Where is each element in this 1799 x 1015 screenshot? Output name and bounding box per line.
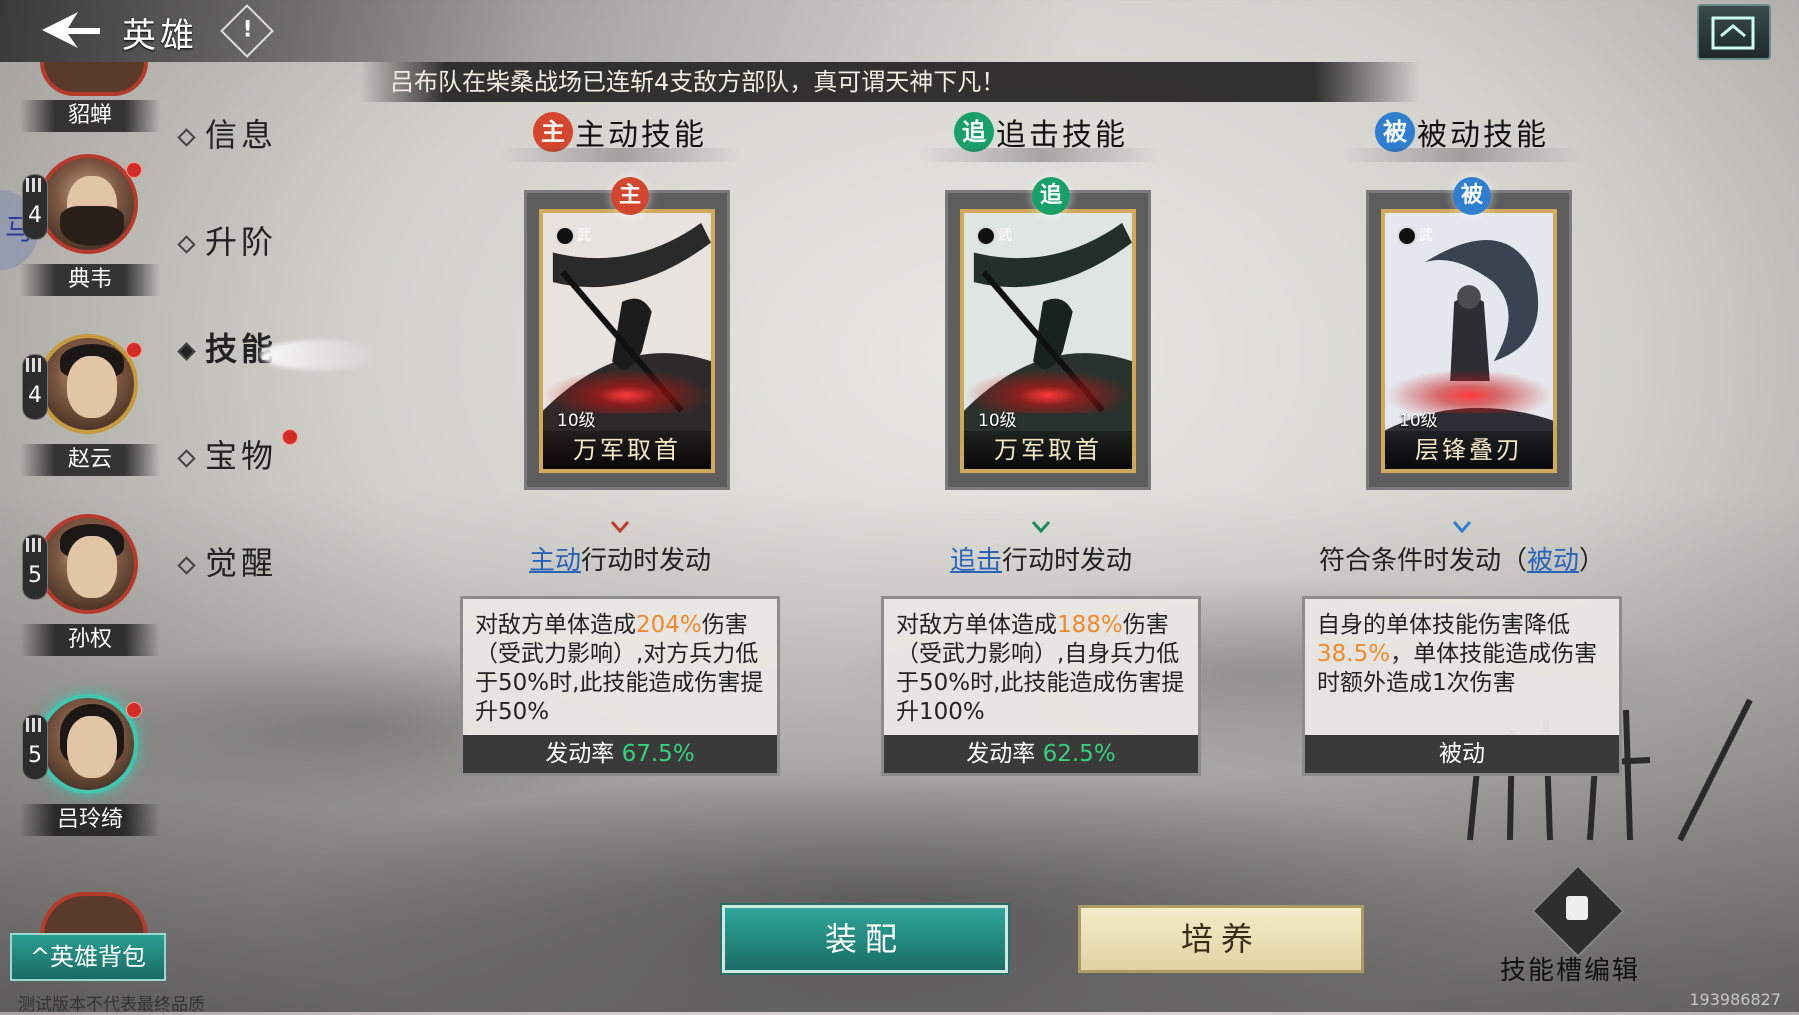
hero-name: 貂蝉 — [20, 100, 160, 132]
test-build-disclaimer: 测试版本不代表最终品质 — [18, 995, 205, 1015]
skill-header: 追追击技能 — [881, 110, 1201, 162]
skill-description: 对敌方单体造成204%伤害（受武力影响）,对方兵力低于50%时,此技能造成伤害提… — [460, 596, 780, 776]
trigger-rate: 发动率 62.5% — [884, 735, 1198, 773]
skill-description: 对敌方单体造成188%伤害（受武力影响）,自身兵力低于50%时,此技能造成伤害提… — [881, 596, 1201, 776]
passive-flame-icon: 被 — [1453, 177, 1491, 215]
skill-description: 自身的单体技能伤害降低38.5%，单体技能造成伤害时额外造成1次伤害 被动 — [1302, 596, 1622, 776]
hero-name: 孙权 — [20, 624, 160, 656]
trigger-keyword-link[interactable]: 被动 — [1527, 546, 1579, 576]
active-flame-icon: 主 — [611, 177, 649, 215]
trigger-condition: 追击行动时发动 — [949, 546, 1133, 576]
scroll-icon — [1566, 896, 1588, 920]
chevron-down-icon — [610, 521, 630, 534]
diamond-bullet-icon — [177, 128, 196, 147]
card-tag: 武 — [1397, 225, 1433, 246]
skill-slot-edit-button[interactable]: 技能槽编辑 — [1480, 864, 1660, 988]
diamond-bullet-icon — [177, 556, 196, 575]
diamond-bullet-icon — [177, 342, 196, 361]
skill-kind-footer: 被动 — [1305, 735, 1619, 773]
hero-name: 赵云 — [20, 444, 160, 476]
level-badge: 5 — [22, 534, 48, 600]
pursuit-skill-emblem-icon: 追 — [954, 112, 994, 152]
active-nav-highlight — [260, 340, 380, 370]
trigger-rate: 发动率 67.5% — [463, 735, 777, 773]
equip-button[interactable]: 装配 — [722, 905, 1008, 973]
hero-item-dianwei[interactable]: 4 典韦 — [0, 154, 160, 334]
hero-item-zhaoyun[interactable]: 4 赵云 — [0, 334, 160, 514]
hero-list: 貂蝉 4 典韦 4 赵云 5 孙权 5 吕玲绮 — [0, 62, 160, 942]
trigger-condition: 符合条件时发动（被动） — [1318, 546, 1606, 576]
diamond-bullet-icon — [177, 235, 196, 254]
nav-item-ascend[interactable]: 升阶 — [177, 217, 277, 263]
avatar — [38, 514, 138, 614]
export-glyph-icon — [1711, 16, 1755, 50]
card-level: 10级 — [557, 411, 596, 431]
build-id: 193986827 — [1689, 990, 1781, 1009]
caret-up-icon: ^ — [29, 943, 51, 971]
notification-dot — [126, 342, 142, 358]
avatar — [38, 334, 138, 434]
export-icon[interactable] — [1697, 4, 1771, 60]
trigger-keyword-link[interactable]: 主动 — [529, 546, 581, 576]
martial-ring-icon — [1397, 226, 1417, 246]
level-badge: 5 — [22, 714, 48, 780]
avatar-partial[interactable] — [40, 892, 148, 936]
card-level: 10级 — [1399, 411, 1438, 431]
martial-ring-icon — [555, 226, 575, 246]
card-level: 10级 — [978, 411, 1017, 431]
notification-dot — [126, 702, 142, 718]
notification-dot — [126, 162, 142, 178]
nav-item-awaken[interactable]: 觉醒 — [177, 538, 277, 584]
info-icon: ! — [242, 17, 253, 43]
nav-item-info[interactable]: 信息 — [177, 110, 277, 156]
avatar — [40, 62, 148, 96]
level-badge: 4 — [22, 174, 48, 240]
skill-card[interactable]: 武 10级 万军取首 追 — [945, 177, 1151, 490]
announcement-ribbon: 吕布队在柴桑战场已连斩4支敌方部队，真可谓天神下凡！ — [360, 62, 1420, 102]
skill-header: 被被动技能 — [1302, 110, 1622, 162]
pursuit-flame-icon: 追 — [1032, 177, 1070, 215]
trigger-keyword-link[interactable]: 追击 — [950, 546, 1002, 576]
card-name: 万军取首 — [543, 431, 711, 469]
trigger-condition: 主动行动时发动 — [528, 546, 712, 576]
nav-item-skills[interactable]: 技能 — [177, 324, 277, 370]
level-badge: 4 — [22, 354, 48, 420]
avatar — [38, 154, 138, 254]
train-button[interactable]: 培养 — [1078, 905, 1364, 973]
skill-card[interactable]: 武 10级 层锋叠刃 被 — [1366, 177, 1572, 490]
chevron-down-icon — [1452, 521, 1472, 534]
chevron-down-icon — [1031, 521, 1051, 534]
hero-item-lvlingqi[interactable]: 5 吕玲绮 — [0, 694, 160, 874]
avatar — [38, 694, 138, 794]
martial-ring-icon — [976, 226, 996, 246]
notification-dot — [282, 429, 298, 445]
nav-item-treasure[interactable]: 宝物 — [177, 429, 298, 477]
card-name: 万军取首 — [964, 431, 1132, 469]
skill-header: 主主动技能 — [460, 110, 780, 162]
card-name: 层锋叠刃 — [1385, 431, 1553, 469]
active-skill-emblem-icon: 主 — [533, 112, 573, 152]
hero-bag-button[interactable]: ^英雄背包 — [10, 933, 166, 981]
passive-skill-emblem-icon: 被 — [1375, 112, 1415, 152]
hero-name: 吕玲绮 — [20, 804, 160, 836]
card-tag: 武 — [555, 225, 591, 246]
hero-item-diaochan[interactable]: 貂蝉 — [0, 0, 160, 180]
diamond-bullet-icon — [177, 449, 196, 468]
hero-item-sunquan[interactable]: 5 孙权 — [0, 514, 160, 694]
skill-card[interactable]: 武 10级 万军取首 主 — [524, 177, 730, 490]
card-tag: 武 — [976, 225, 1012, 246]
hero-name: 典韦 — [20, 264, 160, 296]
